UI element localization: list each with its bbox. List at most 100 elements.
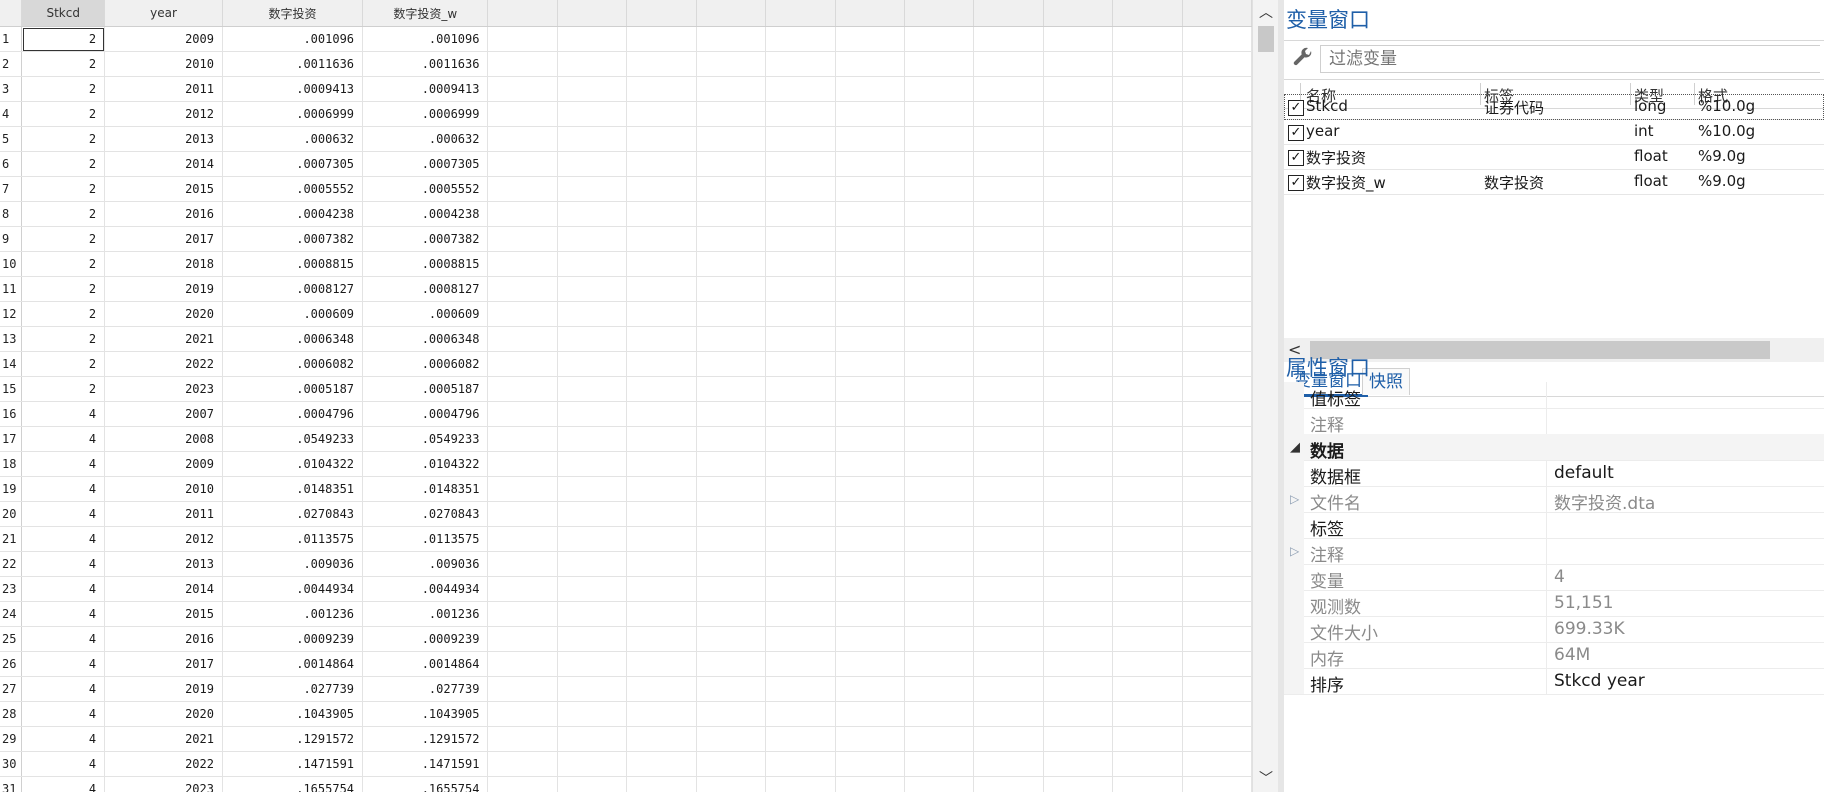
- table-cell[interactable]: 2009: [104, 26, 223, 52]
- empty-cell[interactable]: [904, 251, 975, 277]
- variable-checkbox[interactable]: ✓: [1288, 150, 1304, 166]
- table-cell[interactable]: .001236: [222, 601, 364, 627]
- empty-cell[interactable]: [1112, 326, 1183, 352]
- table-cell[interactable]: 2015: [104, 601, 223, 627]
- table-cell[interactable]: .0006348: [362, 326, 489, 352]
- empty-cell[interactable]: [973, 26, 1044, 52]
- variable-row[interactable]: ✓ 数字投资_w 数字投资 float %9.0g: [1284, 169, 1824, 195]
- table-cell[interactable]: .0004238: [362, 201, 489, 227]
- empty-cell[interactable]: [904, 201, 975, 227]
- row-number[interactable]: 25: [0, 626, 23, 652]
- empty-cell[interactable]: [835, 376, 905, 402]
- property-row[interactable]: ▷ 文件名 数字投资.dta: [1284, 486, 1824, 514]
- empty-cell[interactable]: [973, 626, 1044, 652]
- empty-cell[interactable]: [557, 301, 628, 327]
- empty-cell[interactable]: [557, 276, 628, 302]
- empty-cell[interactable]: [835, 226, 905, 252]
- empty-cell[interactable]: [973, 676, 1044, 702]
- empty-cell[interactable]: [696, 126, 767, 152]
- empty-column-header[interactable]: [487, 0, 558, 27]
- table-cell[interactable]: .0009239: [362, 626, 489, 652]
- empty-cell[interactable]: [904, 126, 975, 152]
- empty-cell[interactable]: [973, 201, 1044, 227]
- empty-cell[interactable]: [765, 626, 836, 652]
- empty-cell[interactable]: [696, 776, 767, 792]
- table-cell[interactable]: .0011636: [362, 51, 489, 77]
- empty-cell[interactable]: [1043, 326, 1114, 352]
- empty-cell[interactable]: [696, 526, 767, 552]
- empty-cell[interactable]: [1112, 301, 1183, 327]
- table-cell[interactable]: .1655754: [222, 776, 364, 792]
- table-row[interactable]: 10 2 2018.0008815.0008815: [0, 251, 1252, 277]
- empty-cell[interactable]: [904, 26, 975, 52]
- table-cell[interactable]: .0006082: [362, 351, 489, 377]
- column-header[interactable]: Stkcd: [21, 0, 106, 27]
- table-row[interactable]: 5 2 2013.000632.000632: [0, 126, 1252, 152]
- empty-cell[interactable]: [765, 551, 836, 577]
- empty-cell[interactable]: [1182, 751, 1252, 777]
- empty-cell[interactable]: [835, 726, 905, 752]
- table-cell[interactable]: 4: [21, 401, 106, 427]
- row-number[interactable]: 16: [0, 401, 23, 427]
- empty-cell[interactable]: [835, 26, 905, 52]
- row-number[interactable]: 18: [0, 451, 23, 477]
- property-row[interactable]: 变量 4: [1284, 564, 1824, 592]
- row-number[interactable]: 12: [0, 301, 23, 327]
- empty-cell[interactable]: [696, 626, 767, 652]
- empty-cell[interactable]: [696, 201, 767, 227]
- empty-cell[interactable]: [626, 651, 697, 677]
- column-header[interactable]: year: [104, 0, 223, 27]
- empty-cell[interactable]: [973, 251, 1044, 277]
- table-cell[interactable]: .0008815: [362, 251, 489, 277]
- table-cell[interactable]: 2016: [104, 626, 223, 652]
- empty-cell[interactable]: [835, 776, 905, 792]
- empty-cell[interactable]: [973, 401, 1044, 427]
- empty-column-header[interactable]: [626, 0, 697, 27]
- empty-cell[interactable]: [1043, 426, 1114, 452]
- empty-cell[interactable]: [1112, 451, 1183, 477]
- empty-cell[interactable]: [1043, 251, 1114, 277]
- empty-cell[interactable]: [1043, 301, 1114, 327]
- empty-cell[interactable]: [487, 401, 558, 427]
- scroll-up-icon[interactable]: ︿: [1253, 0, 1279, 26]
- empty-cell[interactable]: [1112, 551, 1183, 577]
- empty-cell[interactable]: [835, 576, 905, 602]
- empty-cell[interactable]: [1043, 451, 1114, 477]
- table-cell[interactable]: .001096: [362, 26, 489, 52]
- empty-cell[interactable]: [835, 526, 905, 552]
- empty-cell[interactable]: [1043, 26, 1114, 52]
- empty-cell[interactable]: [1112, 401, 1183, 427]
- property-row[interactable]: 值标签: [1284, 382, 1824, 410]
- empty-cell[interactable]: [973, 301, 1044, 327]
- table-cell[interactable]: .0004796: [362, 401, 489, 427]
- empty-cell[interactable]: [487, 151, 558, 177]
- table-cell[interactable]: .1471591: [362, 751, 489, 777]
- empty-cell[interactable]: [626, 51, 697, 77]
- empty-column-header[interactable]: [1182, 0, 1252, 27]
- table-row[interactable]: 14 2 2022.0006082.0006082: [0, 351, 1252, 377]
- table-row[interactable]: 13 2 2021.0006348.0006348: [0, 326, 1252, 352]
- empty-cell[interactable]: [835, 251, 905, 277]
- empty-cell[interactable]: [557, 426, 628, 452]
- table-cell[interactable]: 2: [21, 176, 106, 202]
- empty-cell[interactable]: [904, 326, 975, 352]
- empty-cell[interactable]: [626, 226, 697, 252]
- empty-cell[interactable]: [835, 151, 905, 177]
- empty-column-header[interactable]: [696, 0, 767, 27]
- empty-cell[interactable]: [765, 426, 836, 452]
- empty-cell[interactable]: [1182, 551, 1252, 577]
- empty-cell[interactable]: [765, 251, 836, 277]
- empty-cell[interactable]: [1112, 426, 1183, 452]
- table-cell[interactable]: 2: [21, 301, 106, 327]
- empty-cell[interactable]: [904, 526, 975, 552]
- empty-cell[interactable]: [487, 376, 558, 402]
- variable-row[interactable]: ✓ 数字投资 float %9.0g: [1284, 144, 1824, 170]
- empty-cell[interactable]: [1043, 401, 1114, 427]
- table-row[interactable]: 19 4 2010.0148351.0148351: [0, 476, 1252, 502]
- table-cell[interactable]: .0006999: [362, 101, 489, 127]
- empty-cell[interactable]: [696, 376, 767, 402]
- expand-icon[interactable]: ▷: [1290, 544, 1299, 558]
- empty-cell[interactable]: [1043, 776, 1114, 792]
- empty-cell[interactable]: [973, 476, 1044, 502]
- empty-cell[interactable]: [1112, 651, 1183, 677]
